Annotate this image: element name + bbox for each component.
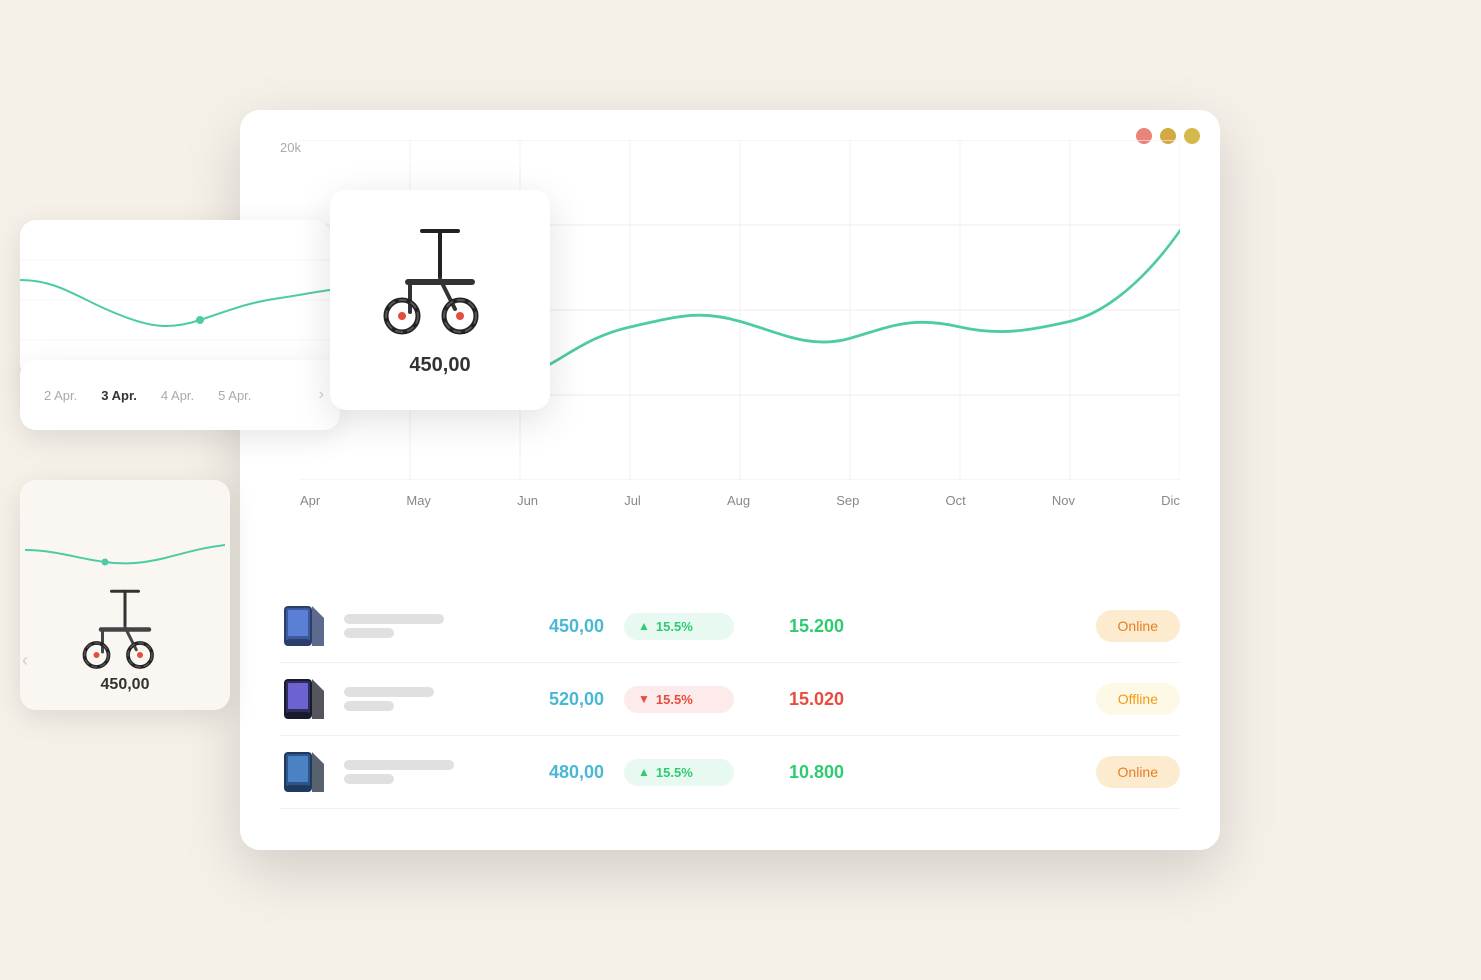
name-bar-short [344, 774, 394, 784]
chart-y-label: 20k [280, 140, 301, 155]
product-name-1 [344, 614, 494, 638]
name-bar-short [344, 701, 394, 711]
status-badge-1: Online [1096, 610, 1180, 642]
price-1: 450,00 [514, 616, 604, 637]
small-card-chart [25, 530, 225, 570]
x-label-sep: Sep [836, 493, 859, 508]
table-area: 450,00 ▲ 15.5% 15.200 Online [240, 570, 1220, 829]
status-badge-2: Offline [1096, 683, 1180, 715]
status-badge-3: Online [1096, 756, 1180, 788]
name-bar [344, 760, 454, 770]
badge-pct-2: 15.5% [656, 692, 693, 707]
product-thumb-1 [280, 604, 324, 648]
table-row: 520,00 ▼ 15.5% 15.020 Offline [280, 663, 1180, 736]
hover-price: 450,00 [409, 354, 470, 377]
product-thumb-2 [280, 677, 324, 721]
x-label-jul: Jul [624, 493, 641, 508]
product-thumb-3 [280, 750, 324, 794]
x-label-may: May [406, 493, 431, 508]
x-label-apr: Apr [300, 493, 320, 508]
sales-2: 15.020 [754, 689, 844, 710]
x-label-aug: Aug [727, 493, 750, 508]
name-bar [344, 687, 434, 697]
sales-3: 10.800 [754, 762, 844, 783]
x-label-oct: Oct [946, 493, 966, 508]
scooter-small-image [65, 586, 185, 676]
arrow-up-icon-1: ▲ [638, 619, 650, 633]
table-row: 480,00 ▲ 15.5% 10.800 Online [280, 736, 1180, 809]
date-3apr[interactable]: 3 Apr. [93, 384, 145, 407]
badge-pct-1: 15.5% [656, 619, 693, 634]
table-row: 450,00 ▲ 15.5% 15.200 Online [280, 590, 1180, 663]
name-bar [344, 614, 444, 624]
mini-chart [20, 220, 330, 380]
small-card: 450,00 [20, 480, 230, 710]
arrow-down-icon-2: ▼ [638, 692, 650, 706]
x-label-jun: Jun [517, 493, 538, 508]
product-name-2 [344, 687, 494, 711]
scooter-hover-image [370, 224, 510, 344]
product-name-3 [344, 760, 494, 784]
badge-pct-3: 15.5% [656, 765, 693, 780]
price-2: 520,00 [514, 689, 604, 710]
arrow-up-icon-3: ▲ [638, 765, 650, 779]
x-label-nov: Nov [1052, 493, 1075, 508]
date-5apr[interactable]: 5 Apr. [210, 384, 259, 407]
small-card-price: 450,00 [101, 676, 150, 694]
badge-up-3: ▲ 15.5% [624, 759, 734, 786]
date-nav-arrow[interactable]: › [319, 386, 324, 404]
small-card-prev-arrow[interactable]: ‹ [22, 650, 28, 671]
sales-1: 15.200 [754, 616, 844, 637]
x-label-dic: Dic [1161, 493, 1180, 508]
badge-up-1: ▲ 15.5% [624, 613, 734, 640]
date-nav-card: 2 Apr. 3 Apr. 4 Apr. 5 Apr. › [20, 360, 340, 430]
date-2apr[interactable]: 2 Apr. [36, 384, 85, 407]
price-3: 480,00 [514, 762, 604, 783]
name-bar-short [344, 628, 394, 638]
date-4apr[interactable]: 4 Apr. [153, 384, 202, 407]
product-hover-card: 450,00 [330, 190, 550, 410]
x-axis-labels: Apr May Jun Jul Aug Sep Oct Nov Dic [300, 485, 1180, 508]
mini-chart-card [20, 220, 330, 380]
badge-down-2: ▼ 15.5% [624, 686, 734, 713]
